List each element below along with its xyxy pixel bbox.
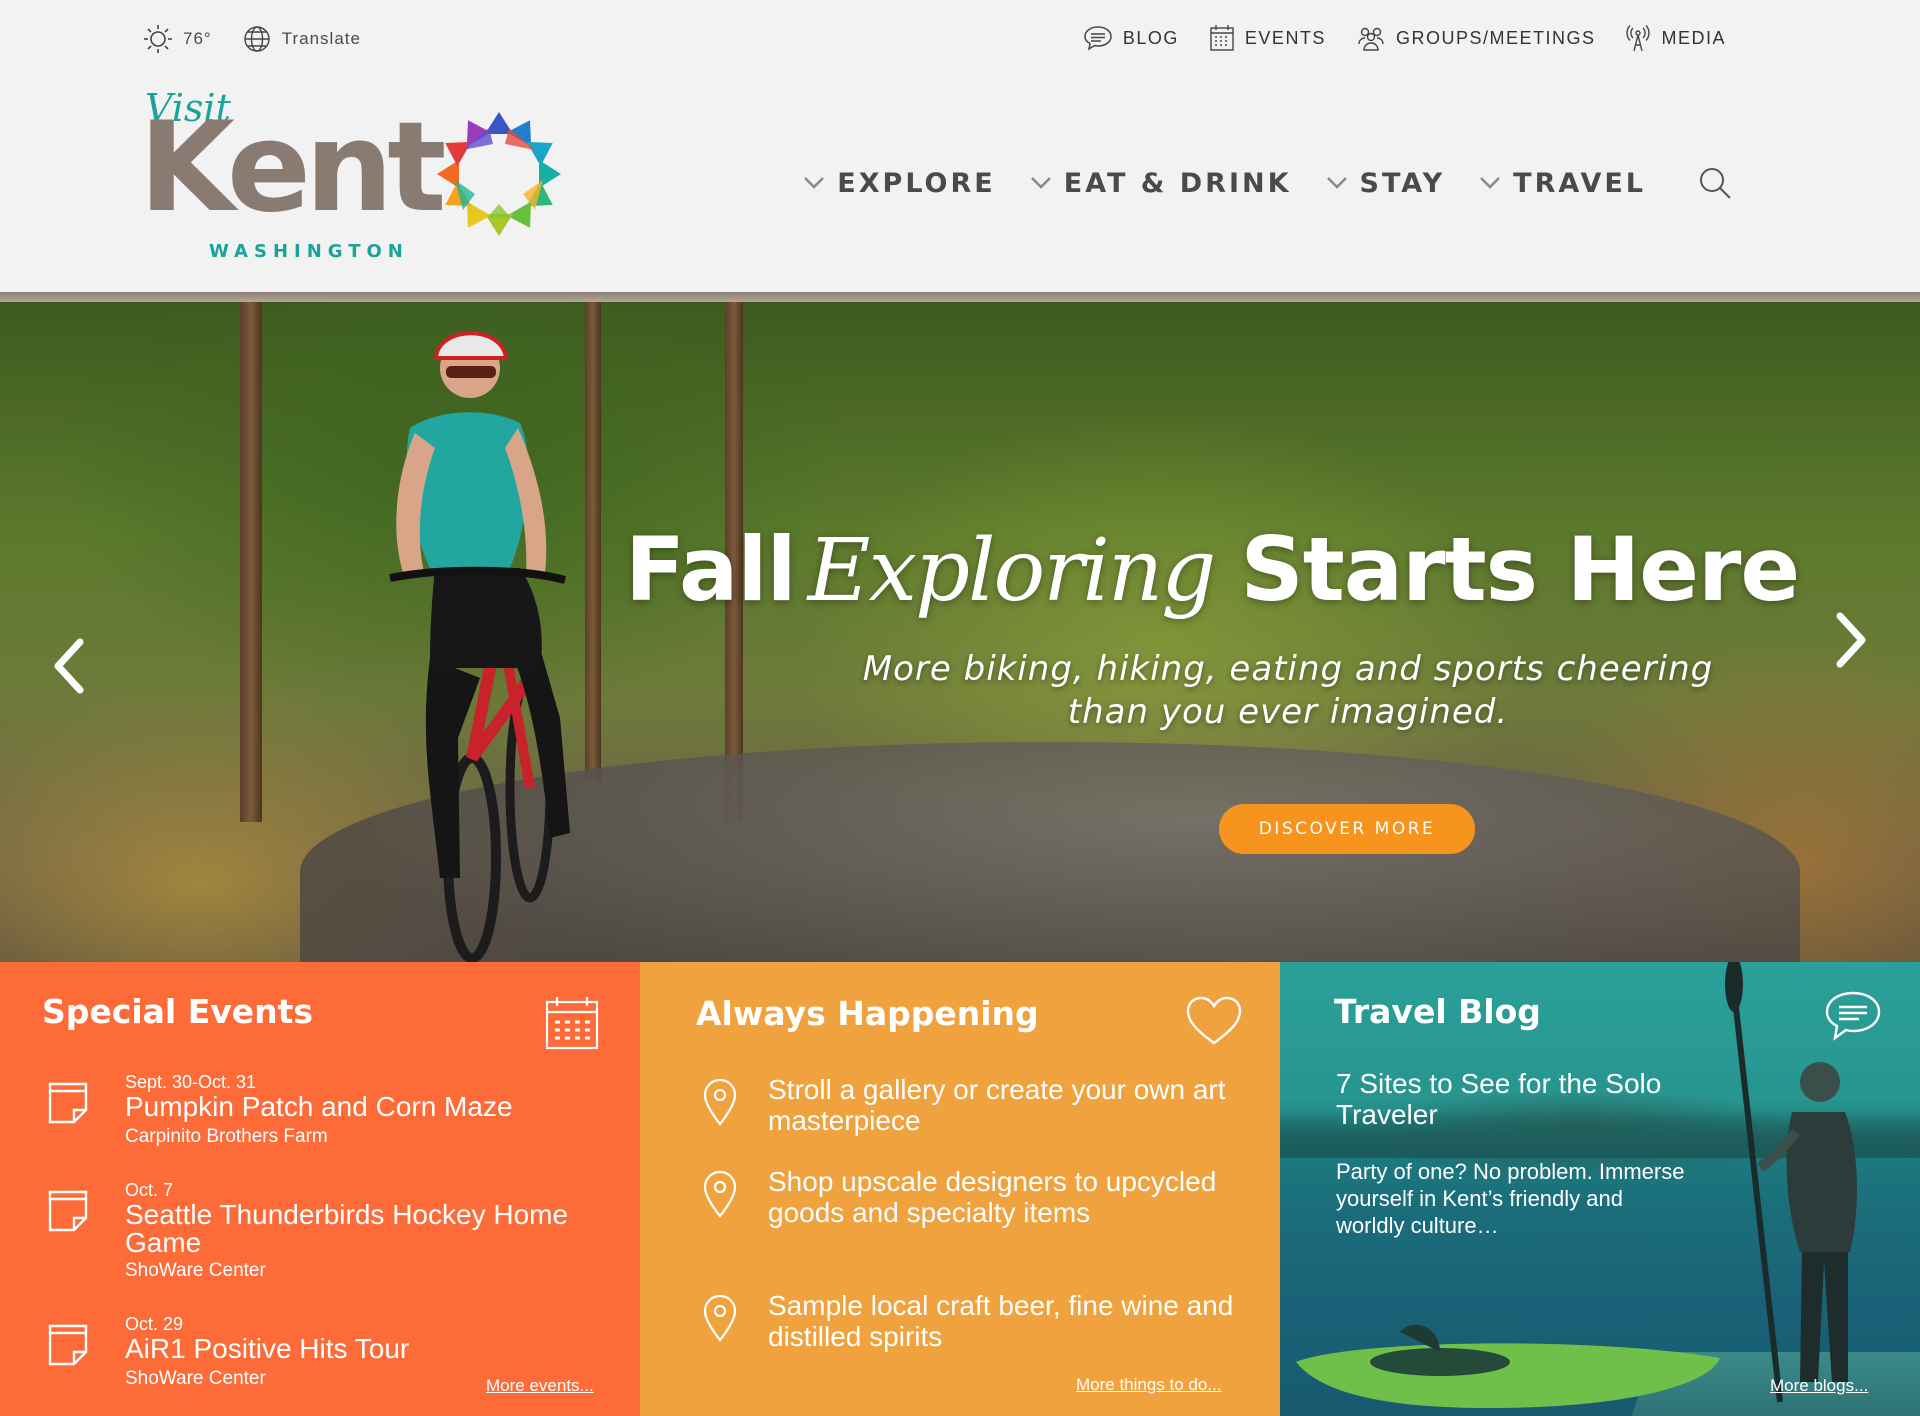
chevron-down-icon bbox=[1030, 177, 1051, 189]
chat-bubble-icon bbox=[1825, 991, 1881, 1041]
activity-text: Shop upscale designers to upcycled goods… bbox=[768, 1166, 1217, 1228]
event-venue: ShoWare Center bbox=[125, 1368, 266, 1389]
hero-subheading: More biking, hiking, eating and sports c… bbox=[862, 649, 1714, 732]
heart-icon bbox=[1186, 996, 1242, 1045]
calendar-icon bbox=[545, 997, 599, 1050]
more-blogs-link[interactable]: More blogs... bbox=[1770, 1376, 1868, 1396]
hero-cyclist-image bbox=[389, 331, 570, 962]
utility-link-events[interactable]: EVENTS bbox=[1209, 24, 1326, 52]
nav-travel[interactable]: TRAVEL bbox=[1479, 168, 1646, 199]
search-icon[interactable] bbox=[1698, 166, 1732, 200]
hero-heading-script: Exploring bbox=[807, 521, 1217, 621]
chevron-down-icon bbox=[1480, 177, 1501, 189]
utility-link-blog-label: BLOG bbox=[1122, 27, 1179, 48]
weather-widget: 76° bbox=[143, 24, 212, 54]
event-item[interactable]: Sept. 30-Oct. 31 Pumpkin Patch and Corn … bbox=[48, 1072, 608, 1152]
hero-banner: Fall Exploring Starts Here More biking, … bbox=[0, 302, 1920, 962]
utility-link-groups-label: GROUPS/MEETINGS bbox=[1395, 27, 1596, 48]
carousel-next-arrow-icon[interactable] bbox=[1828, 608, 1872, 672]
more-events-link[interactable]: More events... bbox=[486, 1376, 594, 1396]
event-name: AiR1 Positive Hits Tour bbox=[125, 1333, 410, 1364]
always-happening-panel: Always Happening Stroll a gallery or cre… bbox=[640, 962, 1280, 1416]
location-pin-icon bbox=[703, 1078, 737, 1126]
document-icon bbox=[48, 1082, 88, 1124]
nav-stay[interactable]: STAY bbox=[1326, 168, 1446, 199]
event-venue: Carpinito Brothers Farm bbox=[125, 1126, 328, 1147]
activity-item[interactable]: Stroll a gallery or create your own art … bbox=[702, 1074, 1226, 1140]
globe-icon bbox=[244, 26, 270, 52]
header-divider bbox=[0, 292, 1920, 302]
event-name: Pumpkin Patch and Corn Maze bbox=[125, 1091, 513, 1122]
discover-more-button[interactable]: DISCOVER MORE bbox=[1219, 804, 1475, 854]
location-pin-icon bbox=[703, 1294, 737, 1342]
event-venue: ShoWare Center bbox=[125, 1260, 266, 1281]
blog-post-excerpt: Party of one? No problem. Immerse yourse… bbox=[1336, 1159, 1685, 1238]
site-header: 76° Translate BLOG EVENTS GROUPS/MEETING… bbox=[0, 0, 1920, 292]
blog-post-title-link[interactable]: 7 Sites to See for the Solo Traveler bbox=[1336, 1068, 1716, 1130]
broadcast-tower-icon bbox=[1626, 25, 1651, 52]
event-name: Seattle Thunderbirds Hockey Home Game bbox=[125, 1199, 569, 1258]
weather-temperature: 76° bbox=[183, 29, 212, 48]
always-happening-title: Always Happening bbox=[696, 994, 1039, 1033]
utility-link-media[interactable]: MEDIA bbox=[1625, 24, 1726, 52]
logo-star-icon bbox=[437, 112, 561, 236]
event-date: Oct. 29 bbox=[125, 1314, 184, 1334]
special-events-title: Special Events bbox=[42, 992, 314, 1031]
special-events-panel: Special Events Sept. 30-Oct. 31 Pumpkin … bbox=[0, 962, 640, 1416]
event-date: Sept. 30-Oct. 31 bbox=[125, 1072, 257, 1092]
hero-heading: Fall Exploring Starts Here bbox=[625, 518, 1800, 621]
activity-text: Sample local craft beer, fine wine and d… bbox=[768, 1290, 1234, 1352]
utility-link-groups-meetings[interactable]: GROUPS/MEETINGS bbox=[1356, 24, 1596, 52]
nav-explore[interactable]: EXPLORE bbox=[803, 168, 995, 199]
hero-heading-part1: Fall bbox=[625, 518, 797, 621]
utility-bar-left: 76° Translate bbox=[143, 24, 361, 54]
sun-icon bbox=[144, 25, 172, 53]
visit-kent-logo[interactable]: Visit Kent WASHINGTON bbox=[139, 86, 573, 266]
nav-stay-label: STAY bbox=[1359, 167, 1446, 199]
document-icon bbox=[48, 1324, 88, 1366]
chevron-down-icon bbox=[1326, 177, 1347, 189]
utility-link-events-label: EVENTS bbox=[1244, 27, 1326, 48]
carousel-prev-arrow-icon[interactable] bbox=[48, 634, 92, 698]
calendar-icon bbox=[1210, 25, 1234, 51]
blog-photo-kayak bbox=[1296, 1324, 1720, 1408]
utility-link-media-label: MEDIA bbox=[1661, 27, 1726, 48]
document-icon bbox=[48, 1190, 88, 1232]
logo-kent-text: Kent bbox=[139, 96, 447, 240]
activity-text: Stroll a gallery or create your own art … bbox=[768, 1074, 1226, 1136]
travel-blog-title: Travel Blog bbox=[1334, 992, 1541, 1031]
nav-travel-label: TRAVEL bbox=[1513, 167, 1646, 199]
logo-washington-text: WASHINGTON bbox=[209, 241, 409, 262]
more-things-to-do-link[interactable]: More things to do... bbox=[1076, 1375, 1222, 1395]
hero-photo-post bbox=[240, 302, 262, 822]
activity-item[interactable]: Shop upscale designers to upcycled goods… bbox=[702, 1166, 1222, 1262]
nav-eat-drink-label: EAT & DRINK bbox=[1063, 167, 1292, 199]
speech-bubble-icon bbox=[1084, 26, 1112, 51]
utility-bar-right: BLOG EVENTS GROUPS/MEETINGS MEDIA bbox=[1083, 24, 1726, 52]
activity-item[interactable]: Sample local craft beer, fine wine and d… bbox=[702, 1290, 1233, 1356]
event-item[interactable]: Oct. 7 Seattle Thunderbirds Hockey Home … bbox=[48, 1180, 608, 1286]
chevron-down-icon bbox=[804, 177, 825, 189]
translate-button[interactable]: Translate bbox=[242, 24, 361, 54]
utility-link-blog[interactable]: BLOG bbox=[1083, 24, 1179, 52]
location-pin-icon bbox=[703, 1170, 737, 1218]
people-icon bbox=[1358, 27, 1384, 51]
nav-eat-drink[interactable]: EAT & DRINK bbox=[1030, 168, 1292, 199]
event-date: Oct. 7 bbox=[125, 1180, 174, 1200]
translate-label: Translate bbox=[281, 29, 361, 48]
travel-blog-panel: Travel Blog 7 Sites to See for the Solo … bbox=[1280, 962, 1920, 1416]
hero-heading-part2: Starts Here bbox=[1240, 518, 1800, 621]
nav-explore-label: EXPLORE bbox=[837, 167, 996, 199]
main-nav: EXPLORE EAT & DRINK STAY TRAVEL bbox=[803, 166, 1732, 200]
